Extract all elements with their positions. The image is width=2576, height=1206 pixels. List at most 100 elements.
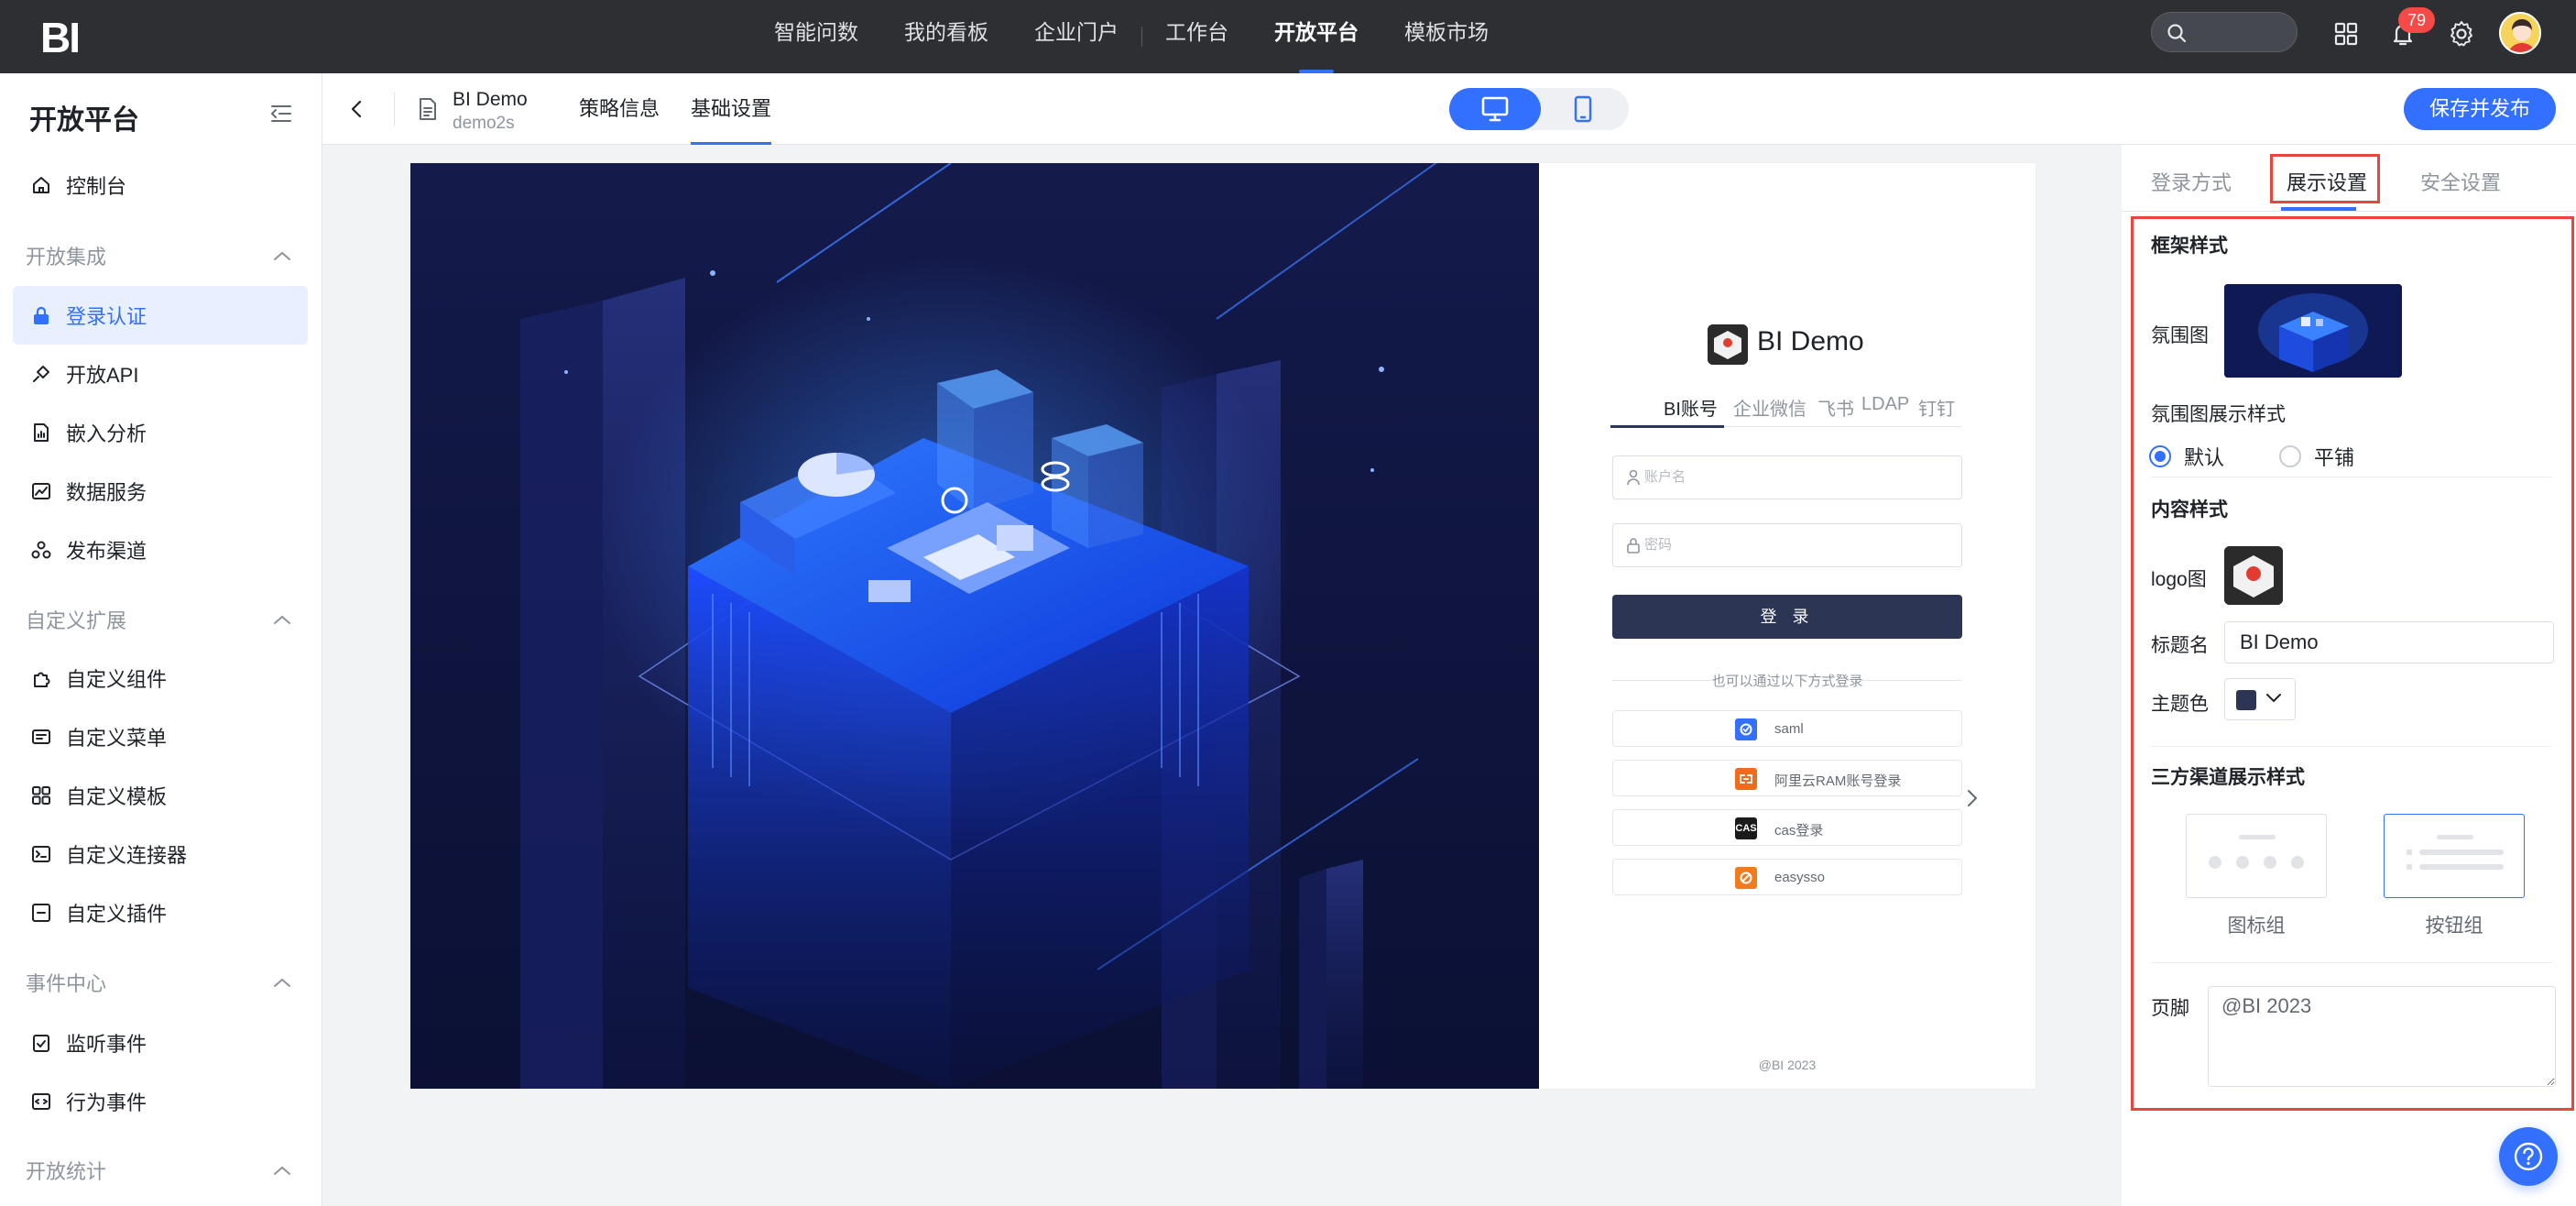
header-divider: [394, 92, 395, 126]
plugin-box-icon: [29, 901, 53, 925]
gear-icon[interactable]: [2446, 18, 2477, 49]
apps-grid-icon[interactable]: [2330, 18, 2362, 49]
tab-strategy-info[interactable]: 策略信息: [579, 73, 660, 145]
channel-style-button-group[interactable]: [2384, 814, 2525, 898]
label-logo: logo图: [2151, 569, 2207, 590]
sidebar-item-console[interactable]: 控制台: [13, 156, 308, 214]
sidebar-group-label: 自定义扩展: [26, 609, 127, 632]
username-placeholder: 账户名: [1644, 469, 1686, 485]
sidebar-item-label: 数据服务: [66, 481, 147, 504]
nav-item-workbench[interactable]: 工作台: [1142, 0, 1251, 73]
nav-item-my-dashboard[interactable]: 我的看板: [881, 0, 1011, 73]
line-chart-icon: [29, 479, 53, 503]
terminal-icon: [29, 842, 53, 866]
cas-icon: CAS: [1735, 817, 1757, 839]
sidebar-item-label: 自定义菜单: [66, 727, 168, 750]
atmosphere-image-thumbnail[interactable]: [2224, 284, 2402, 378]
sidebar-item-custom-component[interactable]: 自定义组件: [13, 649, 308, 707]
sidebar-item-embed-analysis[interactable]: 嵌入分析: [13, 403, 308, 462]
sidebar-item-publish-channel[interactable]: 发布渠道: [13, 521, 308, 579]
section-frame-style: 框架样式: [2151, 236, 2228, 257]
divider: [2151, 746, 2552, 747]
chevron-left-icon: [351, 100, 362, 118]
app-logo[interactable]: BI: [40, 13, 81, 62]
top-nav: 智能问数 我的看板 企业门户 工作台 开放平台 模板市场: [751, 0, 1512, 73]
chevron-up-icon: [274, 615, 290, 624]
top-bar: BI 智能问数 我的看板 企业门户 工作台 开放平台 模板市场 79: [0, 0, 2576, 73]
label-title-name: 标题名: [2151, 635, 2209, 656]
document-icon: [418, 97, 438, 126]
sidebar-item-custom-plugin[interactable]: 自定义插件: [13, 883, 308, 942]
chevron-up-icon: [274, 251, 290, 260]
preview-tab-ldap[interactable]: LDAP: [1861, 394, 1909, 415]
sidebar-item-data-service[interactable]: 数据服务: [13, 462, 308, 521]
sub-header: BI Demo demo2s 策略信息 基础设置 保存并发布: [322, 73, 2576, 145]
preview-tab-dingtalk[interactable]: 钉钉: [1918, 394, 1955, 421]
sidebar-item-custom-menu[interactable]: 自定义菜单: [13, 707, 308, 766]
preview-login-button[interactable]: 登 录: [1612, 595, 1962, 639]
preview-password-input[interactable]: 密码: [1612, 523, 1962, 567]
desktop-view-button[interactable]: [1449, 88, 1541, 130]
aliyun-icon: [1735, 768, 1757, 790]
sidebar-item-label: 发布渠道: [66, 540, 147, 563]
radio-default[interactable]: [2149, 445, 2171, 467]
back-button[interactable]: [343, 95, 370, 123]
settings-tab-baseline: [2122, 211, 2576, 212]
nav-item-smart-query[interactable]: 智能问数: [751, 0, 881, 73]
logo-image[interactable]: [2224, 546, 2283, 605]
sidebar-item-behavior-event[interactable]: 行为事件: [13, 1072, 308, 1131]
chevron-up-icon: [274, 978, 290, 987]
preview-tab-bi-account[interactable]: BI账号: [1664, 394, 1718, 421]
sidebar-item-label: 自定义连接器: [66, 844, 188, 867]
active-tab-indicator: [1610, 425, 1724, 428]
sidebar-item-custom-connector[interactable]: 自定义连接器: [13, 825, 308, 883]
sidebar-item-listen-event[interactable]: 监听事件: [13, 1014, 308, 1072]
sidebar-group-integration[interactable]: 开放集成: [26, 237, 291, 274]
section-content-style: 内容样式: [2151, 499, 2228, 521]
title-name-input[interactable]: [2224, 621, 2554, 663]
lock-icon: [1627, 538, 1640, 554]
preview-username-input[interactable]: 账户名: [1612, 455, 1962, 499]
save-publish-button[interactable]: 保存并发布: [2404, 88, 2556, 130]
puzzle-icon: [29, 666, 53, 690]
nav-item-enterprise-portal[interactable]: 企业门户: [1011, 0, 1141, 73]
footer-textarea[interactable]: @BI 2023: [2208, 986, 2556, 1087]
sso-button-easysso[interactable]: easysso: [1612, 859, 1962, 895]
easysso-icon: [1735, 867, 1757, 889]
top-search-input[interactable]: [2151, 12, 2298, 52]
sidebar-item-login-auth[interactable]: 登录认证: [13, 286, 308, 345]
menu-card-icon: [29, 725, 53, 749]
help-button[interactable]: [2499, 1127, 2558, 1186]
next-arrow-icon[interactable]: [1966, 788, 1979, 813]
preview-tab-wecom[interactable]: 企业微信: [1733, 394, 1806, 421]
project-name: BI Demo: [453, 89, 528, 110]
sidebar-item-custom-template[interactable]: 自定义模板: [13, 766, 308, 825]
tab-security-settings[interactable]: 安全设置: [2420, 167, 2501, 196]
tab-login-method[interactable]: 登录方式: [2151, 167, 2232, 196]
nav-item-open-platform[interactable]: 开放平台: [1251, 0, 1381, 73]
sidebar-item-label: 控制台: [66, 175, 127, 198]
tab-basic-settings[interactable]: 基础设置: [691, 73, 772, 145]
preview-tab-feishu[interactable]: 飞书: [1817, 394, 1854, 421]
mobile-view-button[interactable]: [1537, 88, 1629, 130]
nav-item-template-market[interactable]: 模板市场: [1381, 0, 1512, 73]
sidebar-group-event[interactable]: 事件中心: [26, 964, 291, 1001]
sso-button-aliyun[interactable]: 阿里云RAM账号登录: [1612, 760, 1962, 796]
radio-tile[interactable]: [2279, 445, 2302, 467]
sidebar-group-stats[interactable]: 开放统计: [26, 1152, 291, 1189]
theme-color-picker[interactable]: [2224, 678, 2296, 720]
sso-button-cas[interactable]: CAS cas登录: [1612, 809, 1962, 846]
sidebar-item-label: 自定义插件: [66, 903, 168, 926]
sidebar-item-open-api[interactable]: 开放API: [13, 345, 308, 403]
document-chart-icon: [29, 421, 53, 444]
radio-default-label: 默认: [2184, 446, 2225, 469]
menu-collapse-icon[interactable]: [269, 103, 293, 129]
sidebar-group-extension[interactable]: 自定义扩展: [26, 601, 291, 638]
atmosphere-image: [410, 163, 1539, 1089]
label-theme-color: 主题色: [2151, 694, 2209, 715]
sso-button-saml[interactable]: saml: [1612, 710, 1962, 747]
radio-tile-label: 平铺: [2314, 446, 2355, 469]
sidebar-item-label: 监听事件: [66, 1033, 147, 1056]
channel-style-icon-group[interactable]: [2186, 814, 2327, 898]
avatar[interactable]: [2499, 12, 2541, 54]
